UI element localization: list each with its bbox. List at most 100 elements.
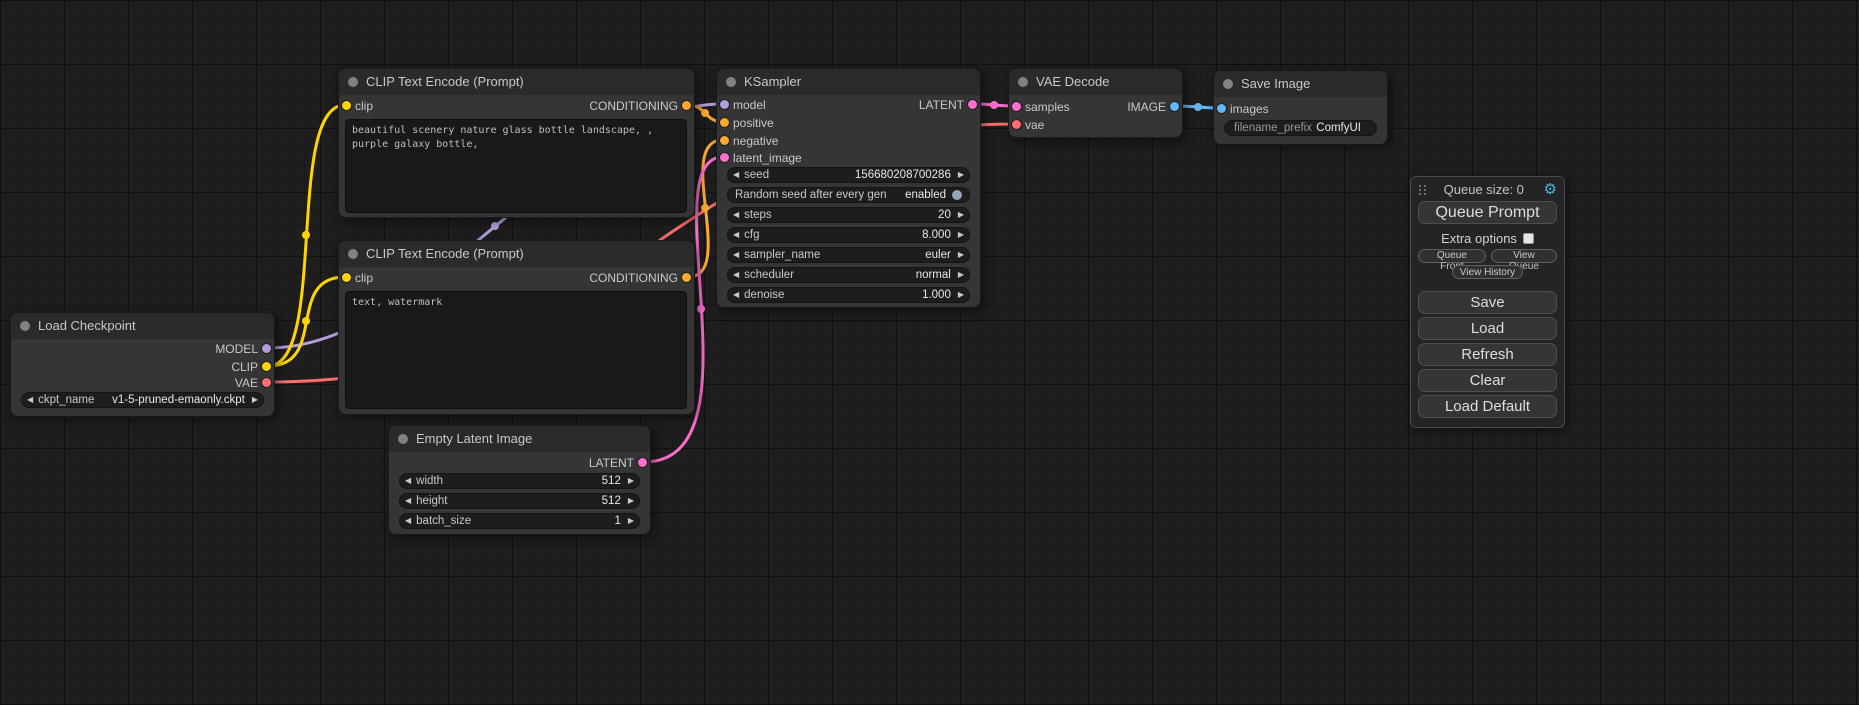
decrement-arrow-icon[interactable]: ◀ [728,268,744,282]
input-dot-samples[interactable] [1012,102,1021,111]
collapse-dot-icon[interactable] [20,321,30,331]
node-ksampler[interactable]: KSampler model positive negative latent_… [716,68,981,308]
clear-button[interactable]: Clear [1418,369,1557,392]
input-dot-latent-image[interactable] [720,153,729,162]
widget-batch-size[interactable]: ◀ batch_size 1 ▶ [399,513,640,529]
decrement-arrow-icon[interactable]: ◀ [728,248,744,262]
output-dot-clip[interactable] [262,362,271,371]
widget-ckpt-name[interactable]: ◀ ckpt_name v1-5-pruned-emaonly.ckpt ▶ [21,392,264,408]
widget-width[interactable]: ◀ width 512 ▶ [399,473,640,489]
increment-arrow-icon[interactable]: ▶ [953,248,969,262]
output-dot-conditioning[interactable] [682,273,691,282]
widget-denoise[interactable]: ◀ denoise 1.000 ▶ [727,287,970,303]
input-slot-clip: clip [339,99,373,113]
input-slot-negative: negative [717,134,778,148]
increment-arrow-icon[interactable]: ▶ [953,168,969,182]
node-title-bar[interactable]: VAE Decode [1009,69,1182,95]
output-dot-latent[interactable] [968,100,977,109]
node-vae-decode[interactable]: VAE Decode samples vae IMAGE [1008,68,1183,138]
output-slot-latent: LATENT [589,456,650,470]
collapse-dot-icon[interactable] [398,434,408,444]
widget-filename-prefix[interactable]: filename_prefix ComfyUI [1224,120,1377,136]
widget-value: 20 [772,209,953,221]
negative-prompt-textarea[interactable]: text, watermark [345,291,687,409]
widget-seed[interactable]: ◀ seed 156680208700286 ▶ [727,167,970,183]
output-dot-image[interactable] [1170,102,1179,111]
node-title-bar[interactable]: Empty Latent Image [389,426,650,452]
decrement-arrow-icon[interactable]: ◀ [400,494,416,508]
extra-options-checkbox[interactable] [1523,233,1534,244]
wire-midpoint-dot [990,101,998,109]
toggle-knob-icon[interactable] [952,190,962,200]
increment-arrow-icon[interactable]: ▶ [623,494,639,508]
output-slot-conditioning: CONDITIONING [589,99,694,113]
decrement-arrow-icon[interactable]: ◀ [400,474,416,488]
refresh-button[interactable]: Refresh [1418,343,1557,366]
decrement-arrow-icon[interactable]: ◀ [22,393,38,407]
input-dot-negative[interactable] [720,136,729,145]
settings-gear-icon[interactable]: ⚙ [1544,182,1557,197]
increment-arrow-icon[interactable]: ▶ [247,393,263,407]
node-clip-text-encode-positive[interactable]: CLIP Text Encode (Prompt) clip CONDITION… [338,68,695,218]
output-dot-vae[interactable] [262,378,271,387]
positive-prompt-textarea[interactable]: beautiful scenery nature glass bottle la… [345,119,687,213]
increment-arrow-icon[interactable]: ▶ [953,268,969,282]
collapse-dot-icon[interactable] [1018,77,1028,87]
node-title: CLIP Text Encode (Prompt) [366,241,524,267]
output-dot-model[interactable] [262,344,271,353]
input-dot-positive[interactable] [720,118,729,127]
widget-height[interactable]: ◀ height 512 ▶ [399,493,640,509]
save-button[interactable]: Save [1418,291,1557,314]
queue-prompt-button[interactable]: Queue Prompt [1418,201,1557,224]
increment-arrow-icon[interactable]: ▶ [953,228,969,242]
node-save-image[interactable]: Save Image images filename_prefix ComfyU… [1213,70,1388,145]
node-title-bar[interactable]: CLIP Text Encode (Prompt) [339,241,694,267]
widget-cfg[interactable]: ◀ cfg 8.000 ▶ [727,227,970,243]
slot-label: LATENT [919,98,964,112]
collapse-dot-icon[interactable] [726,77,736,87]
load-button[interactable]: Load [1418,317,1557,340]
decrement-arrow-icon[interactable]: ◀ [728,228,744,242]
widget-scheduler[interactable]: ◀ scheduler normal ▶ [727,267,970,283]
input-dot-images[interactable] [1217,104,1226,113]
increment-arrow-icon[interactable]: ▶ [953,208,969,222]
input-dot-vae[interactable] [1012,120,1021,129]
output-slot-conditioning: CONDITIONING [589,271,694,285]
widget-label: ckpt_name [38,394,94,406]
decrement-arrow-icon[interactable]: ◀ [728,208,744,222]
decrement-arrow-icon[interactable]: ◀ [728,288,744,302]
load-default-button[interactable]: Load Default [1418,395,1557,418]
input-dot-model[interactable] [720,100,729,109]
node-title-bar[interactable]: KSampler [717,69,980,95]
increment-arrow-icon[interactable]: ▶ [623,514,639,528]
node-empty-latent-image[interactable]: Empty Latent Image LATENT ◀ width 512 ▶ … [388,425,651,535]
increment-arrow-icon[interactable]: ▶ [953,288,969,302]
output-slot-model: MODEL [215,342,274,356]
widget-label: height [416,495,447,507]
widget-sampler-name[interactable]: ◀ sampler_name euler ▶ [727,247,970,263]
increment-arrow-icon[interactable]: ▶ [623,474,639,488]
view-queue-button[interactable]: View Queue [1491,249,1557,263]
collapse-dot-icon[interactable] [1223,79,1233,89]
collapse-dot-icon[interactable] [348,249,358,259]
node-title-bar[interactable]: Save Image [1214,71,1387,97]
node-graph-canvas[interactable]: Load Checkpoint MODEL CLIP VAE ◀ ckpt_na… [0,0,1859,705]
collapse-dot-icon[interactable] [348,77,358,87]
decrement-arrow-icon[interactable]: ◀ [728,168,744,182]
input-dot-clip[interactable] [342,101,351,110]
node-title-bar[interactable]: CLIP Text Encode (Prompt) [339,69,694,95]
output-dot-conditioning[interactable] [682,101,691,110]
widget-value: enabled [887,189,946,201]
input-slot-samples: samples [1009,100,1070,114]
queue-size-label: Queue size: 0 [1424,182,1544,197]
input-dot-clip[interactable] [342,273,351,282]
queue-front-button[interactable]: Queue Front [1418,249,1486,263]
output-dot-latent[interactable] [638,458,647,467]
decrement-arrow-icon[interactable]: ◀ [400,514,416,528]
node-title-bar[interactable]: Load Checkpoint [11,313,274,339]
view-history-button[interactable]: View History [1452,265,1523,279]
widget-random-seed-toggle[interactable]: Random seed after every gen enabled [727,187,970,203]
widget-steps[interactable]: ◀ steps 20 ▶ [727,207,970,223]
node-clip-text-encode-negative[interactable]: CLIP Text Encode (Prompt) clip CONDITION… [338,240,695,415]
node-load-checkpoint[interactable]: Load Checkpoint MODEL CLIP VAE ◀ ckpt_na… [10,312,275,417]
